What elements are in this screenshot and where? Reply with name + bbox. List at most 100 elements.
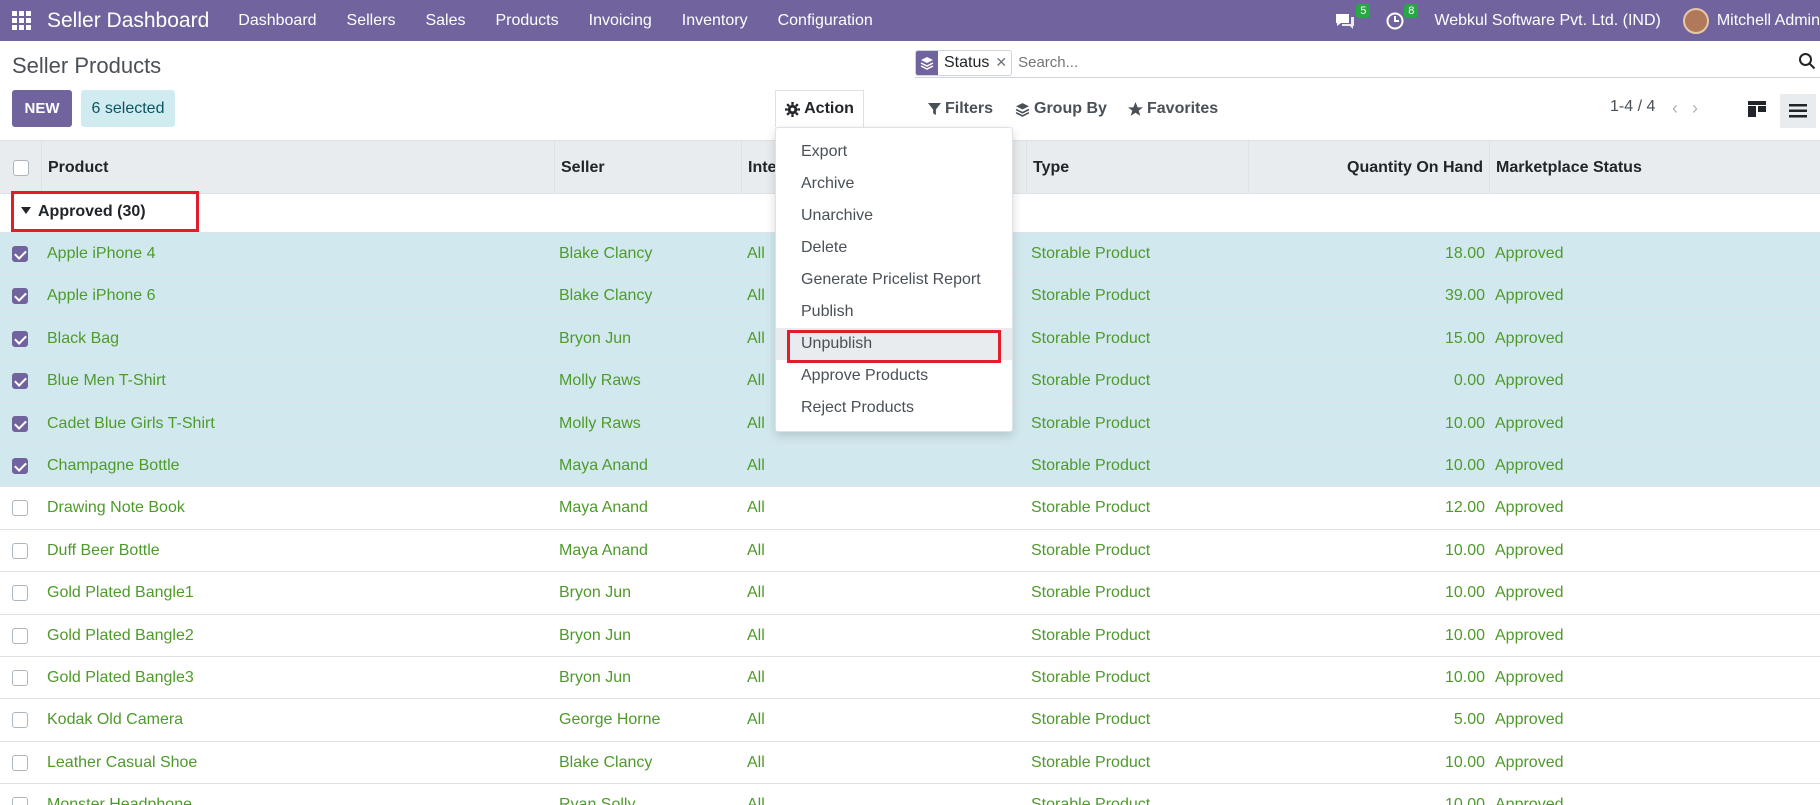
type-cell[interactable]: Storable Product — [1031, 784, 1150, 805]
type-cell[interactable]: Storable Product — [1031, 275, 1150, 317]
row-checkbox[interactable] — [12, 542, 28, 559]
internal-cell[interactable]: All — [747, 742, 765, 784]
row-checkbox[interactable] — [12, 288, 28, 305]
table-row[interactable]: Gold Plated Bangle3 Bryon Jun All Storab… — [0, 657, 1820, 700]
list-view-button[interactable] — [1780, 94, 1816, 128]
menu-item-products[interactable]: Products — [480, 12, 573, 30]
qty-cell[interactable]: 10.00 — [1445, 615, 1485, 657]
seller-cell[interactable]: Maya Anand — [559, 487, 648, 529]
qty-cell[interactable]: 39.00 — [1445, 275, 1485, 317]
product-cell[interactable]: Duff Beer Bottle — [47, 530, 160, 572]
internal-cell[interactable]: All — [747, 403, 765, 445]
status-cell[interactable]: Approved — [1495, 487, 1564, 529]
internal-cell[interactable]: All — [747, 318, 765, 360]
company-switcher[interactable]: Webkul Software Pvt. Ltd. (IND) — [1434, 12, 1660, 30]
product-cell[interactable]: Blue Men T-Shirt — [47, 360, 166, 402]
internal-cell[interactable]: All — [747, 487, 765, 529]
row-checkbox[interactable] — [12, 415, 28, 432]
seller-cell[interactable]: Bryon Jun — [559, 657, 631, 699]
type-cell[interactable]: Storable Product — [1031, 445, 1150, 487]
seller-cell[interactable]: Blake Clancy — [559, 233, 652, 275]
product-cell[interactable]: Leather Casual Shoe — [47, 742, 197, 784]
qty-cell[interactable]: 10.00 — [1445, 445, 1485, 487]
app-brand[interactable]: Seller Dashboard — [47, 9, 209, 33]
table-row[interactable]: Drawing Note Book Maya Anand All Storabl… — [0, 487, 1820, 530]
action-publish[interactable]: Publish — [776, 296, 1012, 328]
product-cell[interactable]: Apple iPhone 4 — [47, 233, 156, 275]
table-row[interactable]: Duff Beer Bottle Maya Anand All Storable… — [0, 530, 1820, 573]
menu-item-configuration[interactable]: Configuration — [763, 12, 888, 30]
internal-cell[interactable]: All — [747, 657, 765, 699]
product-cell[interactable]: Gold Plated Bangle2 — [47, 615, 194, 657]
action-unpublish[interactable]: Unpublish — [776, 328, 1012, 360]
seller-cell[interactable]: Blake Clancy — [559, 742, 652, 784]
apps-grid-icon[interactable] — [12, 10, 32, 31]
action-archive[interactable]: Archive — [776, 168, 1012, 200]
favorites-button[interactable]: Favorites — [1128, 100, 1218, 118]
seller-cell[interactable]: Ryan Solly — [559, 784, 635, 805]
internal-cell[interactable]: All — [747, 572, 765, 614]
menu-item-inventory[interactable]: Inventory — [667, 12, 763, 30]
user-menu[interactable]: Mitchell Admin — [1717, 12, 1820, 30]
qty-cell[interactable]: 10.00 — [1445, 572, 1485, 614]
type-cell[interactable]: Storable Product — [1031, 742, 1150, 784]
type-cell[interactable]: Storable Product — [1031, 233, 1150, 275]
qty-cell[interactable]: 10.00 — [1445, 742, 1485, 784]
menu-item-sales[interactable]: Sales — [410, 12, 480, 30]
seller-cell[interactable]: Bryon Jun — [559, 572, 631, 614]
status-cell[interactable]: Approved — [1495, 360, 1564, 402]
facet-remove-icon[interactable]: ✕ — [995, 54, 1011, 71]
menu-item-invoicing[interactable]: Invoicing — [574, 12, 667, 30]
status-cell[interactable]: Approved — [1495, 572, 1564, 614]
status-cell[interactable]: Approved — [1495, 530, 1564, 572]
pager-next-icon[interactable]: › — [1692, 98, 1712, 118]
qty-cell[interactable]: 5.00 — [1454, 699, 1485, 741]
type-cell[interactable]: Storable Product — [1031, 403, 1150, 445]
row-checkbox[interactable] — [12, 373, 28, 390]
qty-cell[interactable]: 10.00 — [1445, 530, 1485, 572]
column-header-type[interactable]: Type — [1027, 141, 1249, 195]
row-checkbox[interactable] — [12, 627, 28, 644]
type-cell[interactable]: Storable Product — [1031, 699, 1150, 741]
selection-count[interactable]: 6 selected — [81, 90, 175, 127]
internal-cell[interactable]: All — [747, 360, 765, 402]
action-approve-products[interactable]: Approve Products — [776, 360, 1012, 392]
column-header-product[interactable]: Product — [42, 141, 555, 195]
pager-prev-icon[interactable]: ‹ — [1672, 98, 1692, 118]
seller-cell[interactable]: George Horne — [559, 699, 660, 741]
type-cell[interactable]: Storable Product — [1031, 530, 1150, 572]
internal-cell[interactable]: All — [747, 233, 765, 275]
product-cell[interactable]: Gold Plated Bangle3 — [47, 657, 194, 699]
column-header-status[interactable]: Marketplace Status — [1490, 141, 1820, 195]
action-button[interactable]: Action — [775, 90, 864, 127]
filters-button[interactable]: Filters — [928, 100, 993, 118]
qty-cell[interactable]: 12.00 — [1445, 487, 1485, 529]
product-cell[interactable]: Drawing Note Book — [47, 487, 185, 529]
row-checkbox[interactable] — [12, 330, 28, 347]
type-cell[interactable]: Storable Product — [1031, 572, 1150, 614]
product-cell[interactable]: Cadet Blue Girls T-Shirt — [47, 403, 215, 445]
action-reject-products[interactable]: Reject Products — [776, 392, 1012, 424]
status-cell[interactable]: Approved — [1495, 699, 1564, 741]
seller-cell[interactable]: Molly Raws — [559, 360, 641, 402]
internal-cell[interactable]: All — [747, 445, 765, 487]
table-row[interactable]: Kodak Old Camera George Horne All Storab… — [0, 699, 1820, 742]
row-checkbox[interactable] — [12, 754, 28, 771]
row-checkbox[interactable] — [12, 500, 28, 517]
qty-cell[interactable]: 10.00 — [1445, 657, 1485, 699]
select-all-checkbox[interactable] — [12, 160, 29, 176]
column-header-seller[interactable]: Seller — [555, 141, 742, 195]
table-row[interactable]: Champagne Bottle Maya Anand All Storable… — [0, 444, 1820, 488]
pager-value[interactable]: 1-4 / 4 — [1610, 98, 1655, 116]
row-checkbox[interactable] — [12, 585, 28, 602]
type-cell[interactable]: Storable Product — [1031, 487, 1150, 529]
row-checkbox[interactable] — [12, 669, 28, 686]
status-cell[interactable]: Approved — [1495, 742, 1564, 784]
menu-item-sellers[interactable]: Sellers — [332, 12, 411, 30]
product-cell[interactable]: Apple iPhone 6 — [47, 275, 156, 317]
qty-cell[interactable]: 0.00 — [1454, 360, 1485, 402]
table-row[interactable]: Monster Headphone Ryan Solly All Storabl… — [0, 784, 1820, 805]
table-row[interactable]: Gold Plated Bangle1 Bryon Jun All Storab… — [0, 572, 1820, 615]
action-generate-pricelist-report[interactable]: Generate Pricelist Report — [776, 264, 1012, 296]
menu-item-dashboard[interactable]: Dashboard — [223, 12, 331, 30]
